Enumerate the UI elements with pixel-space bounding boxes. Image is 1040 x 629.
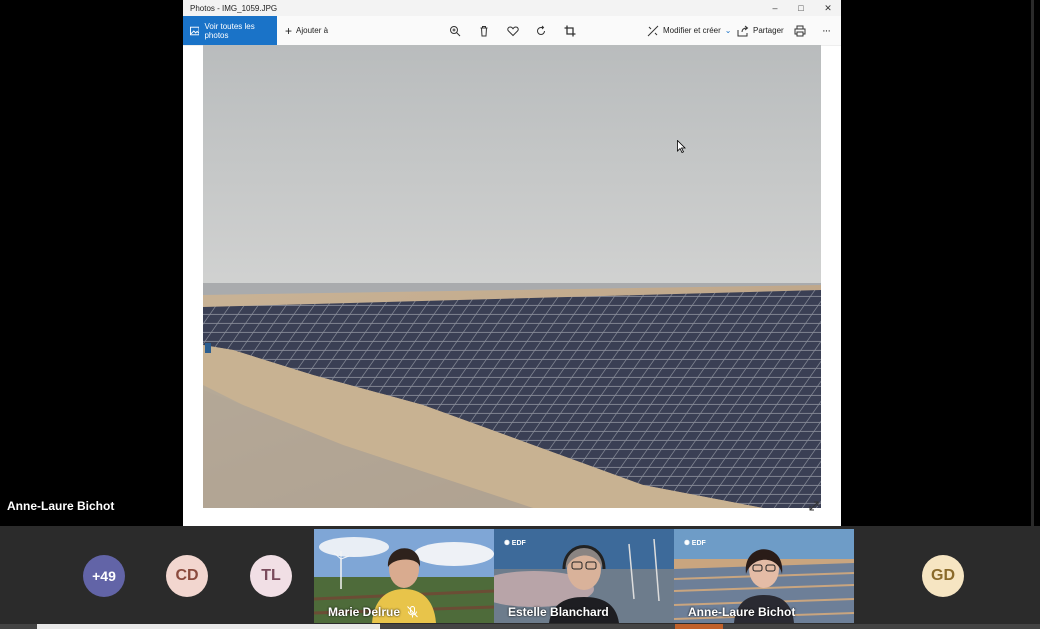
- favorite-heart-icon[interactable]: [506, 24, 520, 38]
- participant-name: Marie Delrue: [328, 605, 401, 619]
- minimize-button[interactable]: –: [762, 0, 788, 16]
- stage-border: [1031, 0, 1034, 526]
- title-bar: Photos - IMG_1059.JPG – □ ✕: [183, 0, 841, 16]
- zoom-in-icon[interactable]: [448, 24, 462, 38]
- edit-wand-icon: [647, 25, 659, 36]
- participant-name: Anne-Laure Bichot: [688, 605, 796, 619]
- video-tile-anne-laure-bichot[interactable]: ✺ EDF Anne-Laure Bichot: [674, 529, 854, 623]
- participant-strip: +49 CD TL Marie Delrue ✺ EDF Estelle Bla…: [0, 526, 1040, 629]
- photos-toolbar: Voir toutes les photos + Ajouter à Modif…: [183, 16, 841, 46]
- shared-photos-window: Photos - IMG_1059.JPG – □ ✕ Voir toutes …: [183, 0, 841, 526]
- overflow-participants-button[interactable]: +49: [83, 555, 125, 597]
- edf-logo-icon: ✺ EDF: [684, 540, 706, 547]
- edf-logo-icon: ✺ EDF: [504, 540, 526, 547]
- rotate-icon[interactable]: [534, 24, 548, 38]
- plus-icon: +: [285, 23, 293, 38]
- edit-create-button[interactable]: Modifier et créer ⌄: [647, 16, 732, 45]
- see-all-photos-label: Voir toutes les photos: [204, 21, 255, 40]
- solar-farm-photo: [203, 45, 821, 508]
- gallery-icon: [190, 26, 200, 35]
- print-icon[interactable]: [793, 24, 807, 38]
- close-button[interactable]: ✕: [815, 0, 841, 16]
- share-button[interactable]: Partager: [737, 16, 784, 45]
- avatar-cd[interactable]: CD: [166, 555, 208, 597]
- more-options-icon[interactable]: ···: [822, 16, 831, 45]
- share-label: Partager: [753, 26, 784, 35]
- add-to-button[interactable]: + Ajouter à: [285, 16, 328, 45]
- avatar-gd[interactable]: GD: [922, 555, 964, 597]
- edit-create-label: Modifier et créer: [663, 26, 721, 35]
- expand-icon[interactable]: [807, 499, 821, 513]
- window-title: Photos - IMG_1059.JPG: [190, 4, 278, 13]
- delete-icon[interactable]: [477, 24, 491, 38]
- mouse-cursor-icon: [677, 140, 686, 153]
- bar-segment: [37, 624, 380, 629]
- share-icon: [737, 25, 749, 36]
- avatar-tl[interactable]: TL: [250, 555, 292, 597]
- crop-icon[interactable]: [563, 24, 577, 38]
- chevron-down-icon: ⌄: [724, 26, 732, 35]
- microphone-muted-icon: [407, 606, 418, 618]
- add-to-label: Ajouter à: [296, 26, 329, 35]
- bottom-progress-bar: [0, 624, 1040, 629]
- see-all-photos-button[interactable]: Voir toutes les photos: [183, 16, 277, 45]
- presenter-name-label: Anne-Laure Bichot: [7, 499, 115, 513]
- video-tile-estelle-blanchard[interactable]: ✺ EDF Estelle Blanchard: [494, 529, 674, 623]
- participant-name: Estelle Blanchard: [508, 605, 609, 619]
- video-tile-marie-delrue[interactable]: Marie Delrue: [314, 529, 494, 623]
- active-speaker-indicator: [675, 624, 723, 629]
- maximize-button[interactable]: □: [788, 0, 814, 16]
